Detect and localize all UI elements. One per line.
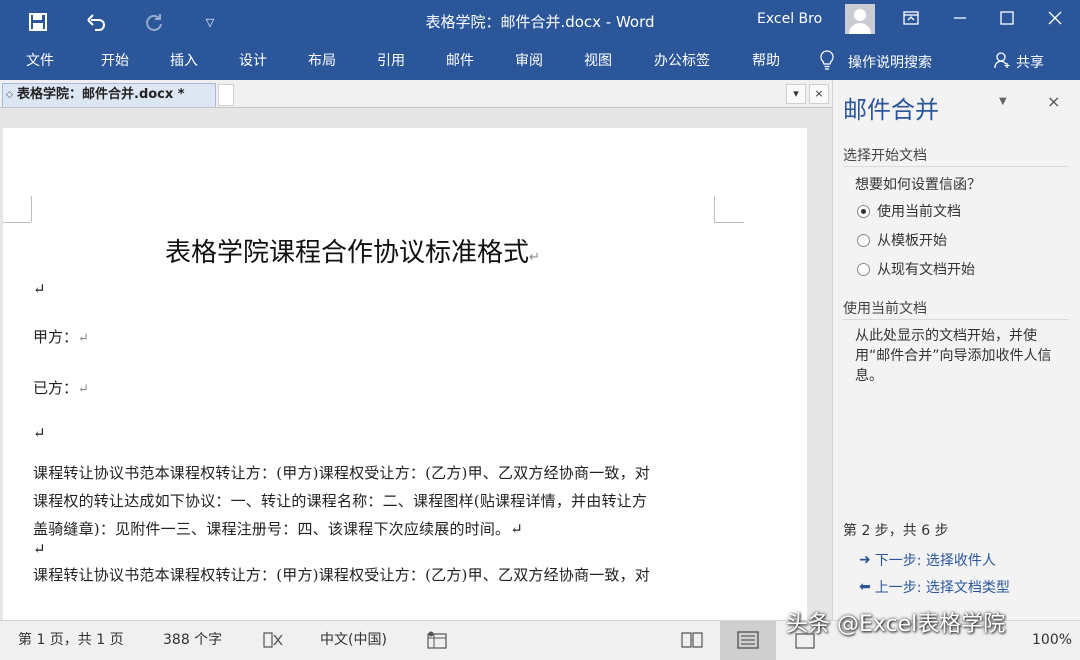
pane-description: 从此处显示的文档开始，并使用“邮件合并”向导添加收件人信息。	[855, 328, 1052, 384]
radio-from-template[interactable]: 从模板开始	[857, 230, 947, 250]
next-step-label: 下一步: 选择收件人	[874, 553, 996, 569]
watermark: 头条 @Excel表格学院	[786, 612, 1006, 637]
pane-options-icon[interactable]: ▼	[999, 96, 1007, 107]
redo-icon[interactable]	[138, 0, 170, 44]
previous-step-link[interactable]: ⬅ 上一步: 选择文档类型	[859, 577, 1010, 597]
tab-help[interactable]: 帮助	[752, 44, 780, 80]
document-title: 表格学院课程合作协议标准格式↵	[165, 238, 540, 268]
document-page[interactable]: 表格学院课程合作协议标准格式↵ ↵ 甲方：↵ 已方：↵ ↵ 课程转让协议书范本课…	[3, 128, 807, 620]
crop-mark	[31, 196, 32, 222]
title-bar: ▽ 表格学院：邮件合并.docx - Word Excel Bro	[0, 0, 1080, 44]
paragraph-mark: ↵	[33, 280, 46, 298]
tab-view[interactable]: 视图	[584, 44, 612, 80]
language-indicator[interactable]: 中文(中国)	[320, 621, 387, 660]
mail-merge-pane: 邮件合并 ▼ × 选择开始文档 想要如何设置信函？ 使用当前文档 从模板开始 从…	[832, 80, 1080, 620]
tab-file[interactable]: 文件	[26, 44, 54, 80]
tab-review[interactable]: 审阅	[515, 44, 543, 80]
avatar[interactable]	[845, 4, 875, 34]
radio-from-existing[interactable]: 从现有文档开始	[857, 259, 975, 279]
radio-indicator	[857, 262, 870, 276]
tab-office-tab[interactable]: 办公标签	[654, 44, 710, 80]
page-count[interactable]: 第 1 页，共 1 页	[18, 621, 124, 660]
step-indicator: 第 2 步，共 6 步	[843, 523, 949, 539]
divider	[843, 166, 1069, 167]
previous-step-label: 上一步: 选择文档类型	[874, 580, 1010, 596]
save-icon[interactable]	[22, 0, 54, 44]
radio-use-current[interactable]: 使用当前文档	[857, 201, 961, 221]
window-title: 表格学院：邮件合并.docx - Word	[425, 13, 655, 31]
zoom-level[interactable]: 100%	[1032, 621, 1072, 660]
tab-insert[interactable]: 插入	[170, 44, 198, 80]
tell-me-label: 操作说明搜索	[848, 55, 932, 71]
lightbulb-icon	[820, 50, 834, 74]
tab-marker-icon: ◇	[6, 90, 13, 100]
ribbon-display-icon[interactable]	[888, 0, 934, 36]
read-mode-icon[interactable]	[681, 631, 703, 653]
minimize-icon[interactable]	[937, 0, 983, 36]
body-text-line: 课程转让协议书范本课程权转让方：(甲方)课程权受让方：(乙方)甲、乙双方经协商一…	[33, 464, 651, 482]
tell-me-search[interactable]: 操作说明搜索	[820, 44, 932, 80]
radio-label: 从模板开始	[877, 233, 947, 249]
body-text-line: 盖骑缝章)：见附件一三、课程注册号：四、该课程下次应续展的时间。↵	[33, 520, 524, 538]
new-tab-button[interactable]	[218, 84, 234, 106]
body-text-line: ↵	[33, 540, 46, 558]
next-step-link[interactable]: ➜ 下一步: 选择收件人	[859, 550, 996, 570]
ribbon-tabs: 文件 开始 插入 设计 布局 引用 邮件 审阅 视图 办公标签 帮助 操作说明搜…	[0, 44, 1080, 80]
document-tab-strip: ◇ 表格学院：邮件合并.docx *	[0, 80, 832, 108]
tab-references[interactable]: 引用	[377, 44, 405, 80]
tab-list-dropdown[interactable]: ▾	[786, 84, 806, 104]
document-tab[interactable]: ◇ 表格学院：邮件合并.docx *	[2, 83, 216, 107]
body-text-line: 课程权的转让达成如下协议：一、转让的课程名称：二、课程图样(贴课程详情，并由转让…	[33, 492, 648, 510]
section-heading: 选择开始文档	[843, 148, 927, 164]
radio-indicator	[857, 204, 870, 218]
party-b-line: 已方：↵	[33, 379, 89, 397]
tab-close-button[interactable]: ×	[809, 84, 829, 104]
print-layout-icon	[737, 631, 759, 653]
maximize-icon[interactable]	[984, 0, 1030, 36]
section-heading: 使用当前文档	[843, 301, 927, 317]
paragraph-mark: ↵	[33, 424, 46, 442]
radio-label: 从现有文档开始	[877, 262, 975, 278]
share-label: 共享	[1016, 55, 1044, 71]
person-icon	[994, 51, 1010, 73]
arrow-right-icon: ➜	[859, 552, 871, 568]
body-text-line: 课程转让协议书范本课程权转让方：(甲方)课程权受让方：(乙方)甲、乙双方经协商一…	[33, 566, 651, 584]
crop-mark	[3, 222, 31, 223]
tab-home[interactable]: 开始	[101, 44, 129, 80]
crop-mark	[714, 196, 715, 222]
document-area: 表格学院课程合作协议标准格式↵ ↵ 甲方：↵ 已方：↵ ↵ 课程转让协议书范本课…	[0, 108, 832, 620]
party-a-line: 甲方：↵	[33, 328, 89, 346]
customize-icon[interactable]: ▽	[198, 0, 222, 44]
user-name[interactable]: Excel Bro	[757, 0, 822, 44]
print-layout-view[interactable]	[720, 621, 776, 660]
tab-mailings[interactable]: 邮件	[446, 44, 474, 80]
share-button[interactable]: 共享	[994, 44, 1044, 80]
undo-icon[interactable]	[80, 0, 112, 44]
document-tab-label: 表格学院：邮件合并.docx *	[17, 87, 185, 102]
macro-icon[interactable]	[427, 631, 447, 653]
pane-title: 邮件合并	[843, 96, 939, 124]
word-count[interactable]: 388 个字	[163, 621, 222, 660]
close-icon[interactable]	[1032, 0, 1078, 36]
radio-indicator	[857, 233, 870, 247]
pane-close-icon[interactable]: ×	[1047, 92, 1060, 111]
crop-mark	[714, 222, 744, 223]
arrow-left-icon: ⬅	[859, 579, 871, 595]
proofing-icon[interactable]	[262, 631, 284, 653]
tab-layout[interactable]: 布局	[308, 44, 336, 80]
divider	[843, 319, 1069, 320]
tab-design[interactable]: 设计	[239, 44, 267, 80]
setup-question: 想要如何设置信函？	[855, 177, 981, 193]
radio-label: 使用当前文档	[877, 204, 961, 220]
